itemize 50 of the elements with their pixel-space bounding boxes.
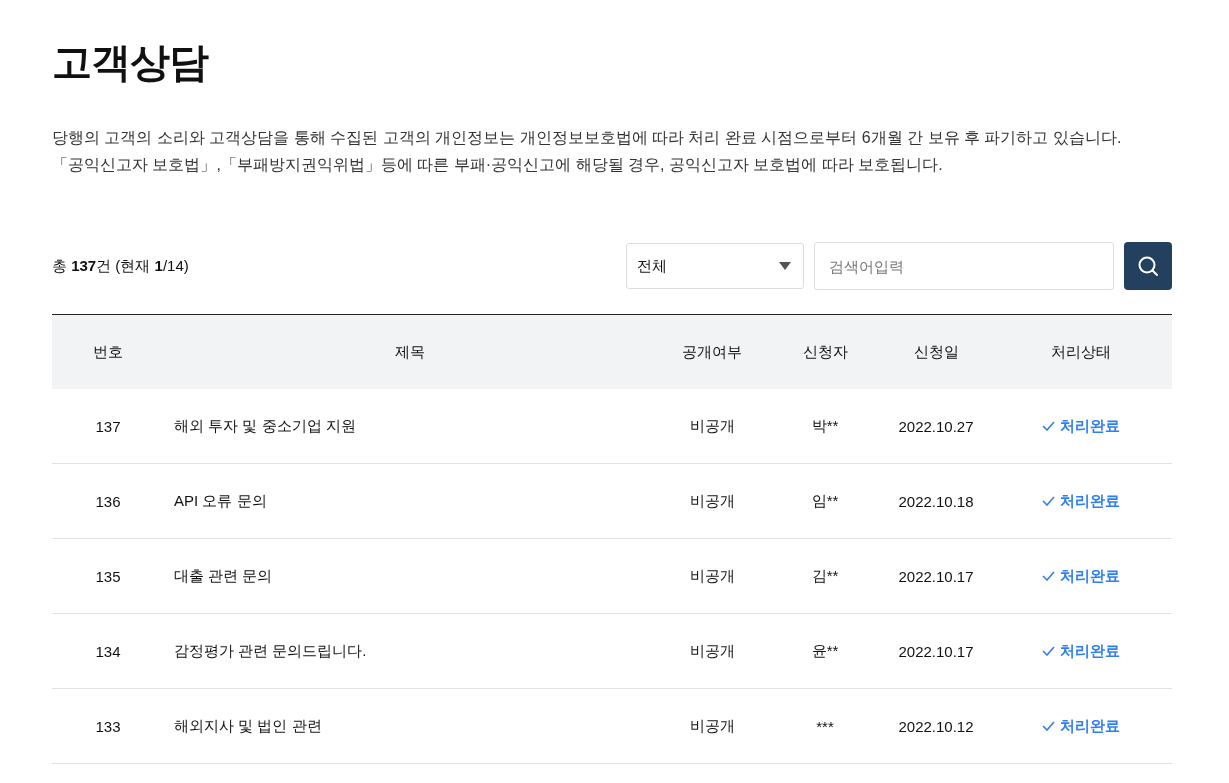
- column-header: 제목: [395, 342, 425, 360]
- table-cell: 윤**: [811, 641, 839, 659]
- table-cell: 2022.10.27: [898, 417, 974, 435]
- status-label: 처리완료: [1060, 641, 1120, 661]
- filter-dropdown[interactable]: 전체: [626, 243, 804, 289]
- table-cell: 임**: [811, 491, 839, 509]
- table-cell: 비공개: [689, 491, 735, 509]
- column-header: 신청일: [913, 342, 959, 360]
- status-label: 처리완료: [1060, 716, 1120, 736]
- table-cell: 비공개: [689, 416, 735, 434]
- inquiry-title-link[interactable]: 해외 투자 및 중소기업 지원: [174, 416, 356, 434]
- table-cell: 2022.10.17: [898, 642, 974, 660]
- column-header: 공개여부: [682, 342, 742, 360]
- page-title: 고객상담: [52, 39, 210, 86]
- caret-icon: [779, 262, 791, 270]
- check-icon: [1042, 646, 1055, 656]
- search-icon: [1137, 255, 1159, 277]
- table-cell: ***: [816, 717, 834, 735]
- column-header: 처리상태: [1051, 342, 1111, 360]
- table-cell: 비공개: [689, 716, 735, 734]
- status-label: 처리완료: [1060, 416, 1120, 436]
- check-icon: [1042, 721, 1055, 731]
- check-icon: [1042, 571, 1055, 581]
- search-button[interactable]: [1124, 242, 1172, 290]
- table-cell: 비공개: [689, 641, 735, 659]
- inquiry-title-link[interactable]: 해외지사 및 법인 관련: [174, 716, 322, 734]
- inquiry-title-link[interactable]: 감정평가 관련 문의드립니다.: [174, 641, 367, 659]
- column-header: 신청자: [802, 342, 848, 360]
- table-cell: 2022.10.12: [898, 717, 974, 735]
- table-cell: 박**: [811, 416, 839, 434]
- table-cell: 137: [95, 417, 121, 435]
- table-cell: 136: [95, 492, 121, 510]
- inquiry-title-link[interactable]: 대출 관련 문의: [174, 566, 273, 584]
- table-cell: 2022.10.17: [898, 567, 974, 585]
- table-cell: 김**: [811, 566, 839, 584]
- table-cell: 2022.10.18: [898, 492, 974, 510]
- description-text: 당행의 고객의 소리와 고객상담을 통해 수집된 고객의 개인정보는 개인정보보호법에 따라 처리 완료 시점으로부터 6개월 간 보유 후 파기하고 있습니다.: [52, 128, 1123, 148]
- search-field[interactable]: 검색어입력: [814, 242, 1114, 290]
- status-label: 처리완료: [1060, 566, 1120, 586]
- result-count: 총 137건 (현재 1/14): [52, 256, 189, 276]
- check-icon: [1042, 421, 1055, 431]
- column-header: 번호: [93, 342, 123, 360]
- table-cell: 133: [95, 717, 121, 735]
- check-icon: [1042, 496, 1055, 506]
- inquiry-title-link[interactable]: API 오류 문의: [174, 491, 267, 509]
- table-cell: 비공개: [689, 566, 735, 584]
- description-text: 「공익신고자 보호법」,「부패방지권익위법」등에 따른 부패·공익신고에 해당될 경우, 공익신고자 보호법에 따라 보호됩니다.: [52, 155, 944, 175]
- table-cell: 135: [95, 567, 121, 585]
- table-cell: 134: [95, 642, 121, 660]
- status-label: 처리완료: [1060, 491, 1120, 511]
